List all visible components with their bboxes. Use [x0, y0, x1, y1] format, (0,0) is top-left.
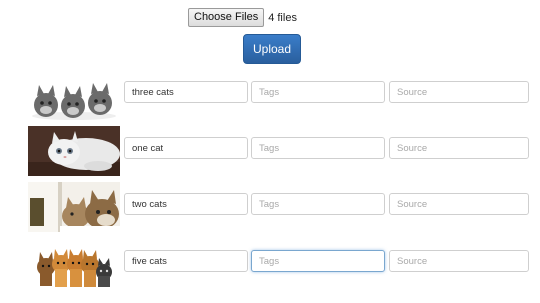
five-kittens-thumbnail [28, 242, 120, 292]
white-cat-thumbnail [28, 126, 120, 176]
image-row [0, 70, 540, 122]
two-cats-thumbnail [28, 182, 120, 232]
three-kittens-thumbnail [28, 72, 120, 122]
tags-field[interactable] [251, 193, 385, 215]
file-chooser: Choose Files 4 files [188, 8, 297, 27]
image-row [0, 238, 540, 292]
name-field[interactable] [124, 81, 248, 103]
tags-field[interactable] [251, 81, 385, 103]
name-field[interactable] [124, 193, 248, 215]
source-field[interactable] [389, 137, 529, 159]
source-field[interactable] [389, 193, 529, 215]
name-field[interactable] [124, 250, 248, 272]
source-field[interactable] [389, 81, 529, 103]
image-row [0, 182, 540, 232]
tags-field[interactable] [251, 137, 385, 159]
tags-field[interactable] [251, 250, 385, 272]
choose-files-button[interactable]: Choose Files [188, 8, 265, 27]
upload-button[interactable]: Upload [243, 34, 301, 64]
source-field[interactable] [389, 250, 529, 272]
name-field[interactable] [124, 137, 248, 159]
image-row [0, 126, 540, 176]
file-count-text: 4 files [268, 11, 297, 24]
